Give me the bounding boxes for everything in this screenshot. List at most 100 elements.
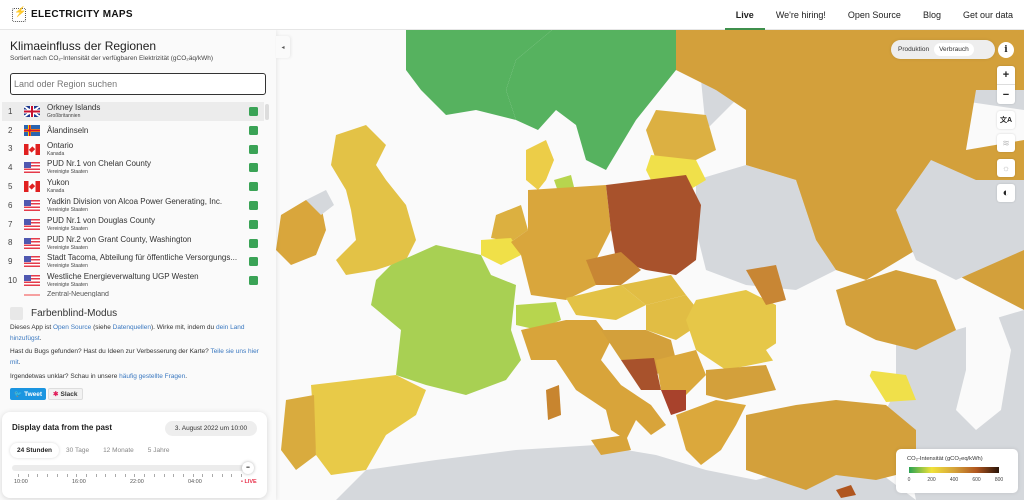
zone-name: PUD Nr.1 von Douglas County: [47, 215, 156, 225]
flag-us-icon: [24, 275, 40, 287]
zone-country: Vereinigte Staaten: [47, 169, 88, 176]
flag-ca-icon: [24, 143, 40, 155]
legend-tick: 800: [994, 477, 1004, 483]
sidebar-subtitle: Sortiert nach CO₂-Intensität der verfügb…: [10, 55, 214, 62]
faq-link[interactable]: häufig gestellte Fragen: [119, 373, 185, 380]
ranking-list-item[interactable]: 9 Stadt Tacoma, Abteilung für öffentliche…: [0, 252, 270, 271]
region-search-input[interactable]: [10, 73, 266, 95]
tab-12-months[interactable]: 12 Monate: [96, 443, 141, 458]
intensity-color-square: [249, 219, 258, 229]
zoom-out-button[interactable]: −: [997, 85, 1015, 104]
slider-tick: [27, 474, 29, 477]
nav-open-source[interactable]: Open Source: [837, 0, 912, 30]
intensity-color-square: [249, 276, 258, 286]
tweet-button[interactable]: 🐦 Tweet: [10, 388, 47, 400]
collapse-icon: ◂: [281, 44, 285, 51]
intensity-color-square: [249, 125, 258, 135]
ranking-list-item[interactable]: 6 Yadkin Division von Alcoa Power Generat…: [0, 196, 270, 215]
slider-tick: [153, 474, 155, 477]
zone-name: Westliche Energieverwaltung UGP Westen: [47, 272, 199, 282]
slider-tick: [221, 474, 223, 477]
dark-mode-button[interactable]: ◐: [997, 184, 1015, 202]
slider-tick: [18, 474, 19, 477]
zone-name: Stadt Tacoma, Abteilung für öffentliche …: [47, 253, 238, 263]
toggle-production[interactable]: Produktion: [893, 43, 934, 56]
logo[interactable]: ⚡ ELECTRICITY MAPS: [12, 7, 133, 22]
zone-country: Vereinigte Staaten: [47, 282, 88, 289]
production-consumption-toggle: Produktion Verbrauch: [891, 40, 995, 59]
partial-list-item: Zentral-Neuengland: [47, 291, 109, 297]
collapse-sidebar-button[interactable]: ◂: [276, 36, 290, 58]
time-slider-handle[interactable]: ••: [242, 462, 254, 474]
slider-tick: [241, 474, 242, 477]
dark-mode-icon: ◐: [1002, 187, 1010, 199]
nav-blog[interactable]: Blog: [912, 0, 952, 30]
ranking-list-item[interactable]: 5 Yukon Kanada: [0, 177, 270, 196]
nav-hiring[interactable]: We're hiring!: [765, 0, 837, 30]
rank-number: 4: [8, 163, 13, 173]
slider-tick: [105, 474, 106, 477]
legend-color-scale: [909, 467, 999, 473]
ranking-list-item[interactable]: 4 PUD Nr.1 von Chelan County Vereinigte St…: [0, 158, 270, 177]
info-text: ). Wirke mit, indem du: [150, 324, 216, 331]
flag-us-icon: [24, 218, 40, 230]
tab-5-years[interactable]: 5 Jahre: [141, 443, 177, 458]
legend-ticks: 0 200 400 600 800: [906, 477, 1004, 485]
sun-icon: ☼: [1001, 163, 1011, 173]
language-icon: 文A: [999, 117, 1013, 124]
info-button[interactable]: i: [998, 42, 1014, 58]
ranking-list[interactable]: 1 Orkney Islands Großbritannien 2 Ålandinsel…: [0, 102, 270, 298]
info-text: (siehe: [91, 324, 113, 331]
wind-icon: ≋: [1002, 137, 1010, 148]
ranking-list-item[interactable]: 10 Westliche Energieverwaltung UGP Westen…: [0, 271, 270, 290]
solar-layer-button[interactable]: ☼: [997, 159, 1015, 177]
slack-button[interactable]: ✱ Slack: [48, 388, 83, 400]
ranking-list-item[interactable]: 1 Orkney Islands Großbritannien: [2, 102, 264, 121]
ranking-list-item[interactable]: 2 Ålandinseln: [0, 121, 270, 140]
tab-30-days[interactable]: 30 Tage: [59, 443, 96, 458]
tab-24-hours[interactable]: 24 Stunden: [10, 443, 60, 458]
live-indicator[interactable]: • LIVE: [241, 479, 257, 485]
rank-number: 1: [8, 106, 13, 116]
europe-map[interactable]: [276, 30, 1024, 500]
selected-date-button[interactable]: 3. August 2022 um 10:00: [165, 421, 257, 436]
zoom-in-button[interactable]: +: [997, 66, 1015, 85]
time-tick-label: 04:00: [188, 479, 202, 485]
time-panel-title: Display data from the past: [12, 423, 113, 432]
tweet-label: Tweet: [24, 390, 43, 398]
nav-live[interactable]: Live: [724, 0, 765, 30]
info-text: .: [39, 334, 42, 342]
map-canvas[interactable]: [276, 30, 1024, 500]
colorblind-mode-toggle[interactable]: Farbenblind-Modus: [10, 307, 117, 320]
ranking-list-item[interactable]: 8 PUD Nr.2 von Grant County, Washington Ve…: [0, 234, 270, 253]
sidebar-title: Klimaeinfluss der Regionen: [10, 39, 157, 53]
ranking-list-item[interactable]: 3 Ontario Kanada: [0, 140, 270, 159]
info-text: .: [18, 358, 21, 366]
open-source-link[interactable]: Open Source: [53, 324, 91, 331]
slider-tick: [231, 474, 232, 477]
slider-tick: [192, 474, 194, 477]
logo-text: ELECTRICITY MAPS: [31, 9, 133, 20]
open-source-info: Dieses App ist Open Source (siehe Datenq…: [10, 323, 260, 344]
slack-label: Slack: [60, 390, 78, 398]
rank-number: 6: [8, 200, 13, 210]
slider-tick: [66, 474, 68, 477]
toggle-consumption[interactable]: Verbrauch: [934, 43, 974, 56]
legend-title: CO₂-Intensität (gCO₂eq/kWh): [907, 456, 983, 462]
slider-tick: [85, 474, 87, 477]
ranking-list-scrollbar[interactable]: [265, 104, 269, 120]
wind-layer-button[interactable]: ≋: [997, 134, 1015, 152]
slider-tick: [144, 474, 145, 477]
colorblind-checkbox[interactable]: [10, 307, 23, 320]
slider-tick: [76, 474, 77, 477]
zone-country: Kanada: [47, 150, 65, 157]
language-button[interactable]: 文A: [997, 111, 1015, 129]
intensity-color-square: [249, 257, 258, 267]
twitter-icon: 🐦: [14, 391, 23, 398]
ranking-list-item[interactable]: 7 PUD Nr.1 von Douglas County Vereinigte S…: [0, 215, 270, 234]
time-slider-track[interactable]: [12, 465, 250, 471]
nav-get-data[interactable]: Get our data: [952, 0, 1024, 30]
time-tick-label: 22:00: [130, 479, 144, 485]
legend-tick: 0: [907, 477, 911, 483]
data-sources-link[interactable]: Datenquellen: [113, 324, 151, 331]
